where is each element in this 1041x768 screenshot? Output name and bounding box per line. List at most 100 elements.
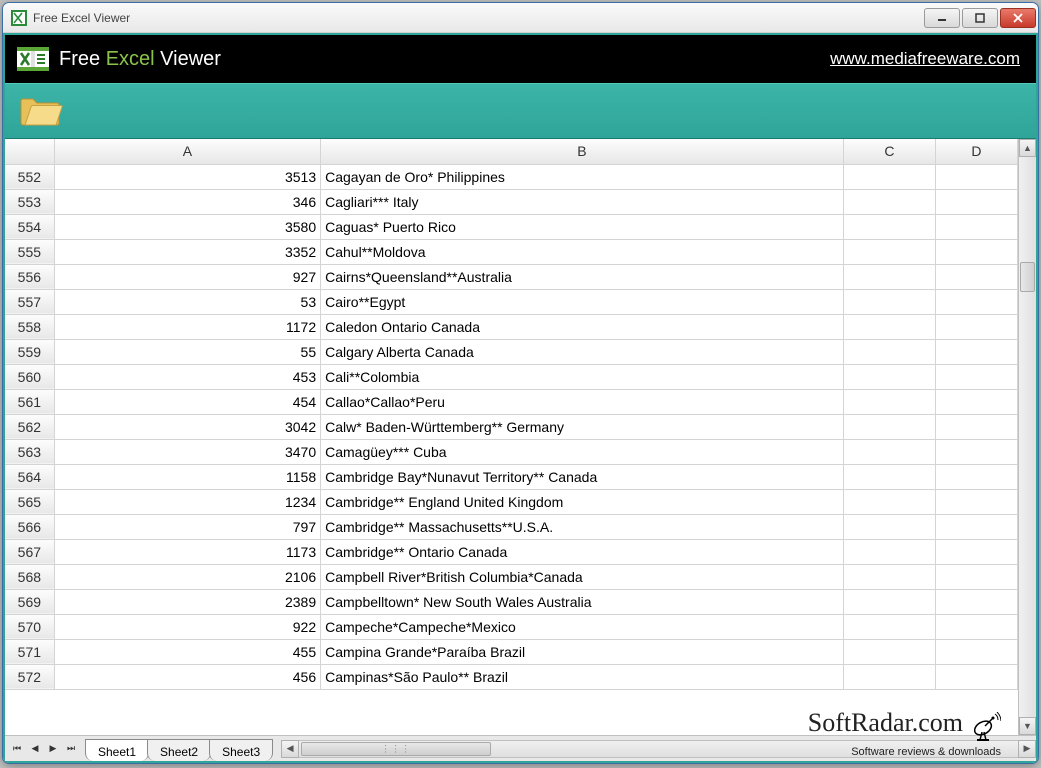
cell[interactable]: 1173: [54, 539, 320, 564]
cell[interactable]: 55: [54, 339, 320, 364]
cell[interactable]: [935, 614, 1017, 639]
cell[interactable]: [843, 464, 935, 489]
cell[interactable]: [935, 264, 1017, 289]
cell[interactable]: Cambridge** Ontario Canada: [321, 539, 844, 564]
cell[interactable]: [843, 164, 935, 189]
cell[interactable]: Campbell River*British Columbia*Canada: [321, 564, 844, 589]
row-header[interactable]: 560: [5, 364, 54, 389]
scroll-left-button[interactable]: ◀: [281, 740, 299, 758]
cell[interactable]: [935, 514, 1017, 539]
cell[interactable]: Cambridge Bay*Nunavut Territory** Canada: [321, 464, 844, 489]
cell[interactable]: 797: [54, 514, 320, 539]
brand-url[interactable]: www.mediafreeware.com: [830, 49, 1020, 69]
cell[interactable]: 927: [54, 264, 320, 289]
row-header[interactable]: 561: [5, 389, 54, 414]
row-header[interactable]: 555: [5, 239, 54, 264]
cell[interactable]: [935, 489, 1017, 514]
cell[interactable]: Caledon Ontario Canada: [321, 314, 844, 339]
row-header[interactable]: 552: [5, 164, 54, 189]
row-header[interactable]: 571: [5, 639, 54, 664]
open-file-button[interactable]: [19, 93, 63, 129]
cell[interactable]: [935, 564, 1017, 589]
cell[interactable]: 456: [54, 664, 320, 689]
cell[interactable]: [843, 364, 935, 389]
row-header[interactable]: 562: [5, 414, 54, 439]
cell[interactable]: 3513: [54, 164, 320, 189]
cell[interactable]: Cali**Colombia: [321, 364, 844, 389]
close-button[interactable]: [1000, 8, 1036, 28]
cell[interactable]: 346: [54, 189, 320, 214]
row-header[interactable]: 565: [5, 489, 54, 514]
minimize-button[interactable]: [924, 8, 960, 28]
cell[interactable]: Calw* Baden-Württemberg** Germany: [321, 414, 844, 439]
row-header[interactable]: 564: [5, 464, 54, 489]
cell[interactable]: [843, 414, 935, 439]
cell[interactable]: [935, 364, 1017, 389]
cell[interactable]: [935, 189, 1017, 214]
cell[interactable]: 3042: [54, 414, 320, 439]
vertical-scrollbar[interactable]: ▲ ▼: [1018, 139, 1036, 735]
col-header-d[interactable]: D: [935, 139, 1017, 164]
row-header[interactable]: 556: [5, 264, 54, 289]
cell[interactable]: Caguas* Puerto Rico: [321, 214, 844, 239]
col-header-a[interactable]: A: [54, 139, 320, 164]
cell[interactable]: 453: [54, 364, 320, 389]
nav-last-button[interactable]: ⏭: [63, 740, 79, 758]
nav-next-button[interactable]: ▶: [45, 740, 61, 758]
cell[interactable]: 3352: [54, 239, 320, 264]
cell[interactable]: [843, 339, 935, 364]
cell[interactable]: Cambridge** Massachusetts**U.S.A.: [321, 514, 844, 539]
cell[interactable]: [935, 389, 1017, 414]
cell[interactable]: Cahul**Moldova: [321, 239, 844, 264]
cell[interactable]: [935, 439, 1017, 464]
cell[interactable]: [843, 564, 935, 589]
cell[interactable]: [935, 289, 1017, 314]
cell[interactable]: [843, 289, 935, 314]
cell[interactable]: Camagüey*** Cuba: [321, 439, 844, 464]
cell[interactable]: [935, 339, 1017, 364]
row-header[interactable]: 557: [5, 289, 54, 314]
hscroll-thumb[interactable]: ⋮⋮⋮: [301, 742, 491, 756]
cell[interactable]: [935, 539, 1017, 564]
cell[interactable]: 1158: [54, 464, 320, 489]
vscroll-track[interactable]: [1019, 157, 1036, 717]
cell[interactable]: [843, 614, 935, 639]
cell[interactable]: [935, 164, 1017, 189]
cell[interactable]: Campeche*Campeche*Mexico: [321, 614, 844, 639]
cell[interactable]: [843, 264, 935, 289]
cell[interactable]: 922: [54, 614, 320, 639]
cell[interactable]: [935, 314, 1017, 339]
cell[interactable]: [935, 414, 1017, 439]
cell[interactable]: [843, 589, 935, 614]
cell[interactable]: Cambridge** England United Kingdom: [321, 489, 844, 514]
col-header-c[interactable]: C: [843, 139, 935, 164]
grid-viewport[interactable]: A B C D 5523513Cagayan de Oro* Philippin…: [5, 139, 1018, 735]
scroll-down-button[interactable]: ▼: [1019, 717, 1036, 735]
cell[interactable]: Cagayan de Oro* Philippines: [321, 164, 844, 189]
cell[interactable]: 1234: [54, 489, 320, 514]
cell[interactable]: 2389: [54, 589, 320, 614]
scroll-up-button[interactable]: ▲: [1019, 139, 1036, 157]
row-header[interactable]: 568: [5, 564, 54, 589]
cell[interactable]: 3470: [54, 439, 320, 464]
cell[interactable]: Callao*Callao*Peru: [321, 389, 844, 414]
cell[interactable]: Campina Grande*Paraíba Brazil: [321, 639, 844, 664]
cell[interactable]: 53: [54, 289, 320, 314]
cell[interactable]: [843, 639, 935, 664]
cell[interactable]: [935, 639, 1017, 664]
cell[interactable]: [843, 489, 935, 514]
cell[interactable]: [935, 214, 1017, 239]
cell[interactable]: Cagliari*** Italy: [321, 189, 844, 214]
cell[interactable]: 454: [54, 389, 320, 414]
cell[interactable]: [843, 189, 935, 214]
row-header[interactable]: 570: [5, 614, 54, 639]
vscroll-thumb[interactable]: [1020, 262, 1035, 292]
cell[interactable]: Cairo**Egypt: [321, 289, 844, 314]
cell[interactable]: Campbelltown* New South Wales Australia: [321, 589, 844, 614]
cell[interactable]: [843, 314, 935, 339]
row-header[interactable]: 559: [5, 339, 54, 364]
cell[interactable]: 455: [54, 639, 320, 664]
row-header[interactable]: 553: [5, 189, 54, 214]
row-header[interactable]: 566: [5, 514, 54, 539]
cell[interactable]: [935, 464, 1017, 489]
